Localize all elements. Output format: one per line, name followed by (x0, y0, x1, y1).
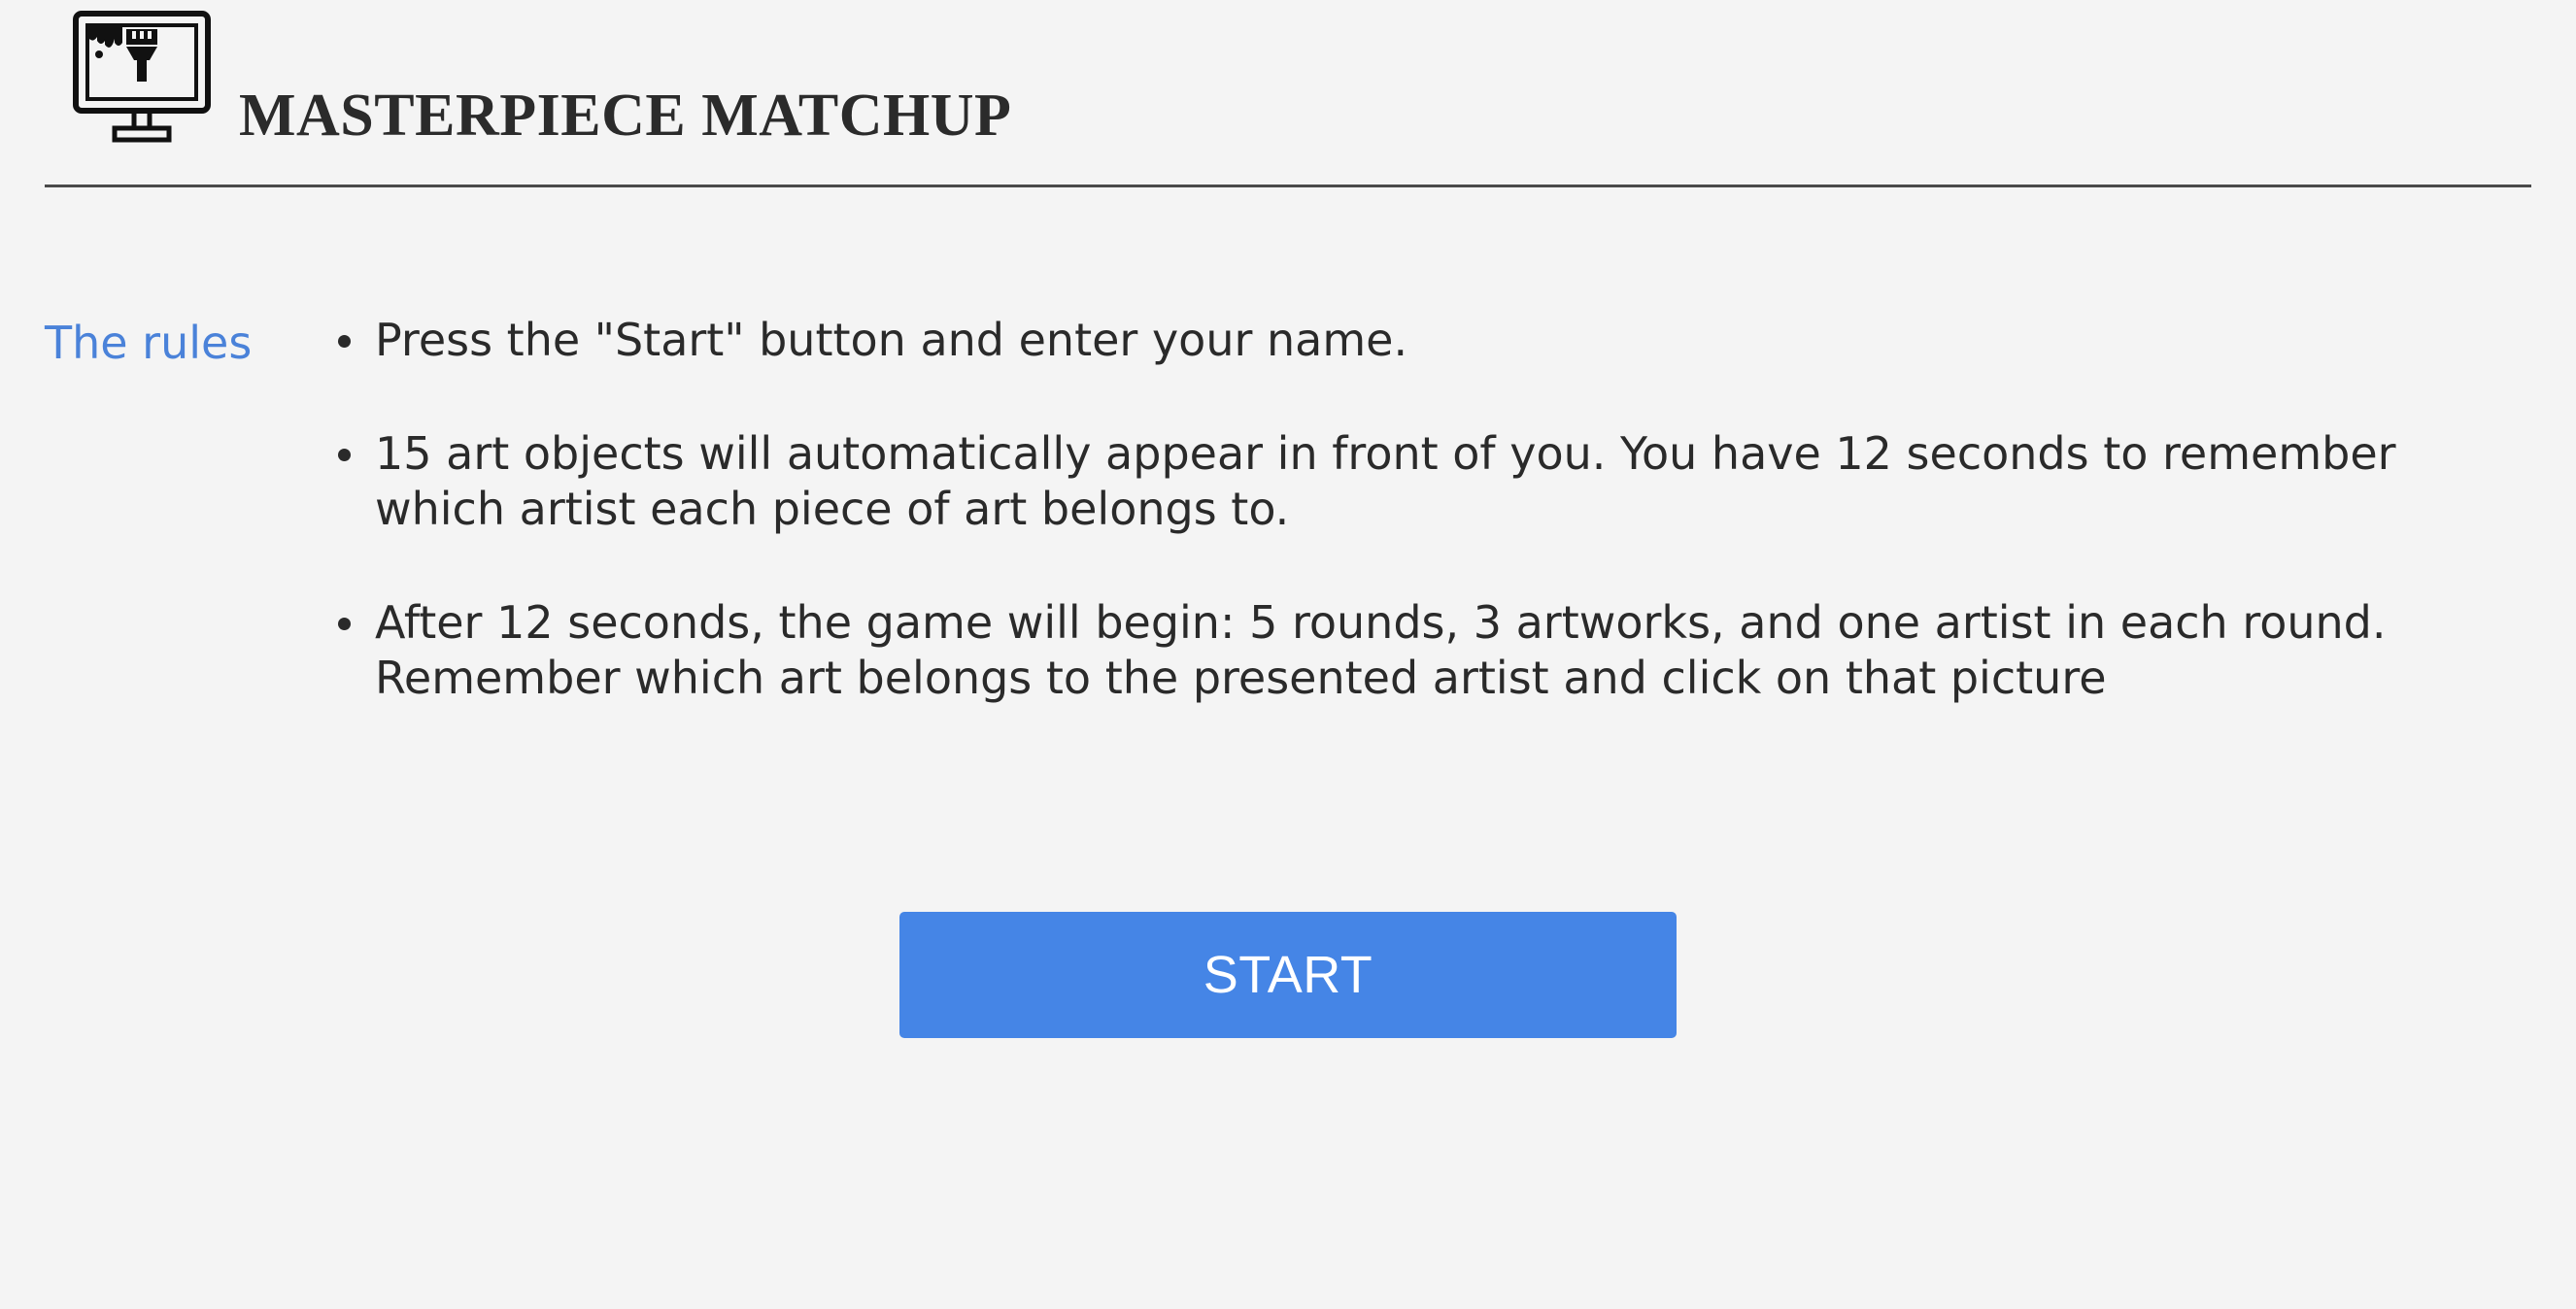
rule-text: After 12 seconds, the game will begin: 5… (375, 596, 2387, 704)
bullet-icon (338, 618, 351, 630)
rule-item: Press the "Start" button and enter your … (330, 313, 2506, 368)
rule-item: After 12 seconds, the game will begin: 5… (330, 595, 2506, 706)
rule-text: 15 art objects will automatically appear… (375, 427, 2396, 535)
rule-item: 15 art objects will automatically appear… (330, 426, 2506, 537)
rules-heading: The rules (45, 317, 253, 369)
bullet-icon (338, 335, 351, 348)
start-button[interactable]: START (899, 912, 1677, 1038)
page-header: MASTERPIECE MATCHUP (45, 11, 2531, 187)
monitor-paintbrush-icon (73, 11, 211, 143)
page-title: MASTERPIECE MATCHUP (239, 83, 1012, 149)
bullet-icon (338, 449, 351, 461)
rules-list: Press the "Start" button and enter your … (330, 313, 2506, 764)
rule-text: Press the "Start" button and enter your … (375, 314, 1408, 366)
